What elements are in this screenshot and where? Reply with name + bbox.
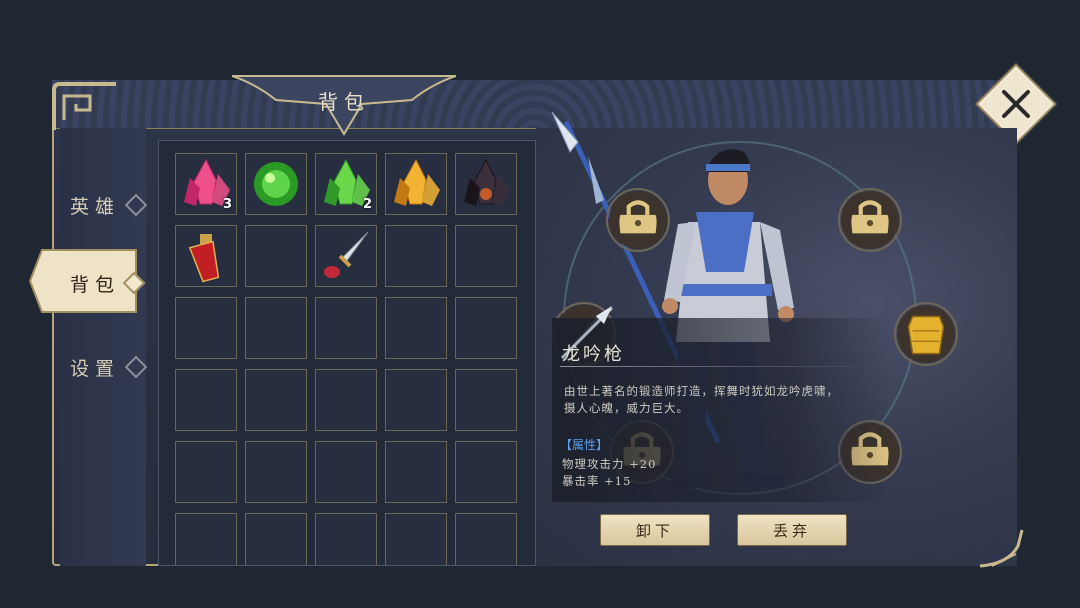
red-potion-icon [188,234,220,283]
window-title: 背包 [318,90,370,114]
nav-item-settings[interactable]: 设置 [70,352,156,382]
nav-item-backpack[interactable]: 背包 [70,268,156,298]
inventory-slot[interactable] [175,225,237,287]
diamond-icon [124,355,148,379]
item-count: 3 [222,197,232,212]
inventory-slot[interactable] [245,369,307,431]
inventory-panel: 3 2 [158,140,536,566]
inventory-slot[interactable] [385,297,447,359]
diamond-icon [124,193,148,217]
corner-ornament-icon [52,82,116,130]
discard-button[interactable]: 丢弃 [737,514,847,546]
inventory-slot[interactable]: 3 [175,153,237,215]
nav-item-label: 英雄 [70,196,121,218]
unequip-button[interactable]: 卸下 [600,514,710,546]
inventory-slot[interactable] [315,225,377,287]
nav-item-label: 背包 [70,274,121,296]
inventory-slot[interactable] [455,369,517,431]
inventory-slot[interactable]: 2 [315,153,377,215]
item-description-line1: 由世上著名的锻造师打造，挥舞时犹如龙吟虎啸， [564,384,839,398]
attribute-crit-rate: 暴击率 +15 [562,474,632,488]
dagger-icon [324,231,369,278]
inventory-slot[interactable] [245,441,307,503]
attribute-title: 【属性】 [560,438,609,452]
corner-ornament-icon [979,529,1024,568]
inventory-slot[interactable] [245,297,307,359]
inventory-slot[interactable] [385,225,447,287]
nav-item-label: 设置 [70,358,121,380]
inventory-slot[interactable] [455,513,517,565]
inventory-slot[interactable] [455,153,517,215]
inventory-slot[interactable] [175,369,237,431]
inventory-slot[interactable] [245,225,307,287]
equip-slot-mid-right[interactable] [894,302,958,366]
nav-item-heroes[interactable]: 英雄 [70,190,156,220]
inventory-slot[interactable] [455,441,517,503]
green-orb-icon [254,162,298,206]
inventory-slot[interactable] [455,297,517,359]
inventory-slot[interactable] [245,513,307,565]
title-bar [52,80,1017,129]
inventory-slot[interactable] [385,153,447,215]
equip-slot-top-left[interactable] [606,188,670,252]
item-count: 2 [362,197,372,212]
diamond-icon [122,271,146,295]
inventory-slot[interactable] [315,297,377,359]
inventory-slot[interactable] [455,225,517,287]
inventory-slot[interactable] [385,513,447,565]
armor-icon [894,302,958,366]
lock-icon [606,188,670,252]
equip-slot-top-right[interactable] [838,188,902,252]
inventory-slot[interactable] [175,513,237,565]
inventory-slot[interactable] [175,441,237,503]
inventory-slot[interactable] [315,441,377,503]
inventory-slot[interactable] [245,153,307,215]
inventory-slot[interactable] [315,369,377,431]
gold-crystal-icon [394,158,440,206]
dark-crystal-icon [464,158,510,206]
item-name: 龙吟枪 [562,344,625,365]
item-description-line2: 摄人心魄，威力巨大。 [564,401,689,415]
inventory-slot[interactable] [175,297,237,359]
item-name-underline [560,366,890,367]
inventory-slot[interactable] [315,513,377,565]
inventory-slot[interactable] [385,441,447,503]
inventory-slot[interactable] [385,369,447,431]
attribute-physical-attack: 物理攻击力 +20 [562,457,657,471]
lock-icon [838,188,902,252]
